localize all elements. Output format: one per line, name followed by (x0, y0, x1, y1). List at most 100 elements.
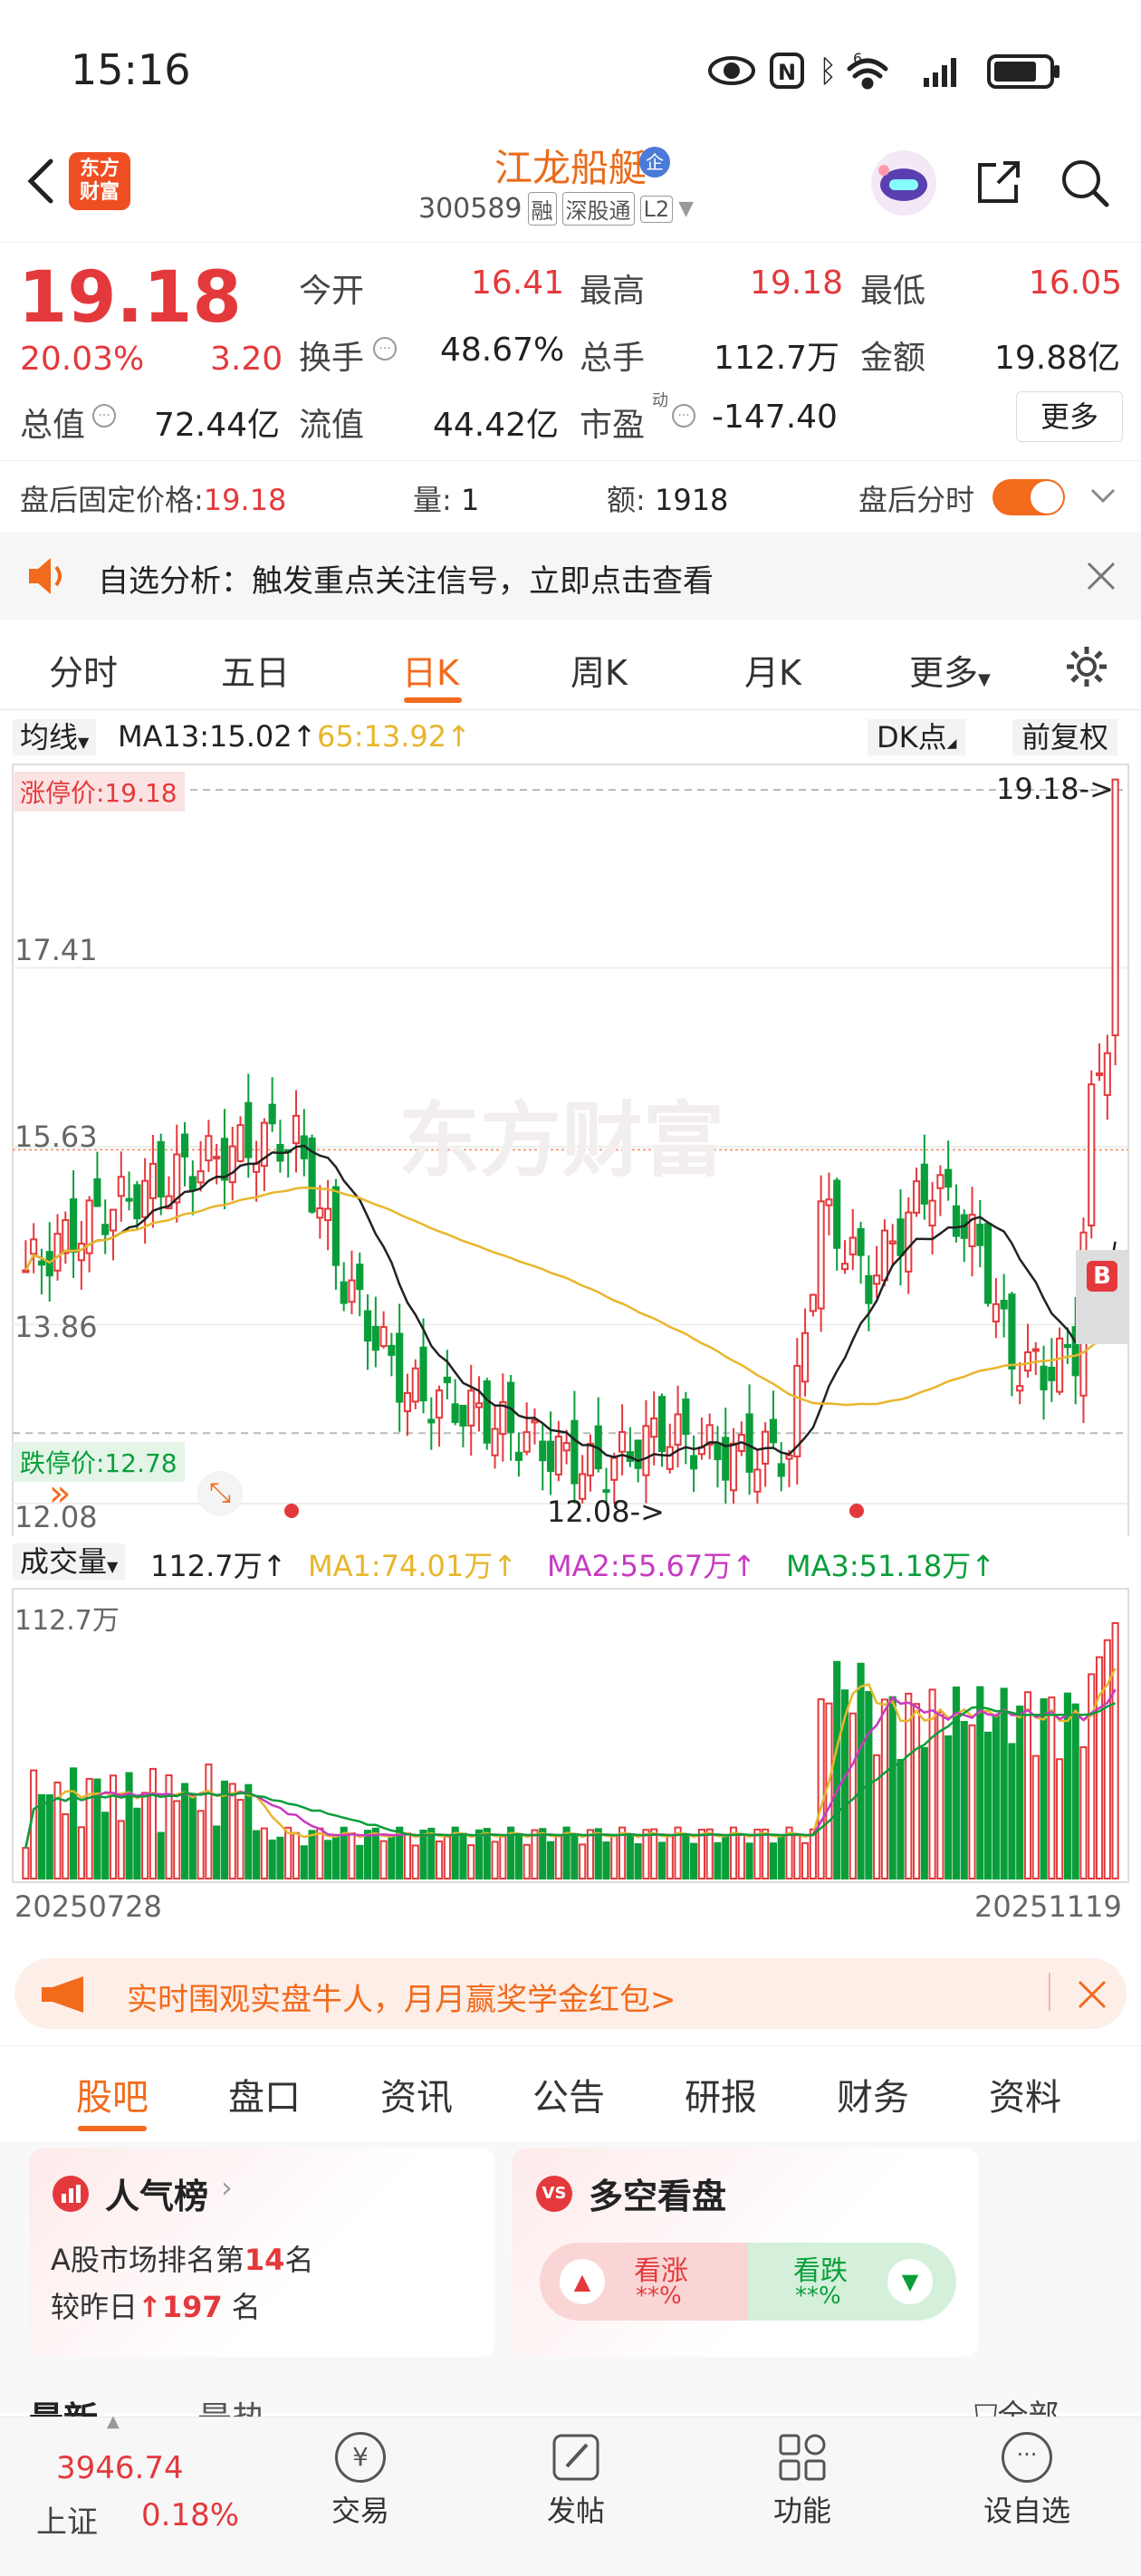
triangle-down-icon: ▼ (887, 2259, 933, 2304)
candle-body (109, 1208, 118, 1232)
volume-chart[interactable] (0, 1587, 1141, 1886)
volume-bar (634, 1843, 642, 1879)
candle-body (562, 1442, 570, 1452)
volume-bar (173, 1800, 181, 1879)
volume-bar (1008, 1743, 1016, 1879)
nav-watchlist-label: 设自选 (983, 2494, 1070, 2528)
candle-body (292, 1114, 301, 1145)
expand-left-icon[interactable]: » (49, 1473, 71, 1514)
info-icon[interactable]: ··· (373, 337, 397, 360)
ai-assistant-button[interactable] (871, 150, 936, 216)
tab-intraday[interactable]: 分时 (49, 645, 118, 695)
popularity-card[interactable]: 人气榜 › A股市场排名第14名 较昨日↑197 名 (29, 2148, 494, 2357)
dk-point-button[interactable]: DK点◢ (868, 719, 966, 755)
tab-announcements[interactable]: 公告 (532, 2068, 605, 2120)
nav-post[interactable]: 发帖 (522, 2432, 630, 2530)
kline-chart[interactable]: 东方财富 (0, 761, 1141, 1536)
index-value[interactable]: 3946.74 (56, 2450, 184, 2486)
kline-chart-area[interactable]: 东方财富 涨停价:19.18 19.18-> 17.41 15.63 13.86… (0, 761, 1141, 1536)
share-icon[interactable] (971, 156, 1025, 210)
tab-monthly-k[interactable]: 月K (744, 645, 801, 695)
tab-pankou[interactable]: 盘口 (228, 2068, 301, 2120)
label-volume: 总手 (580, 340, 646, 377)
ma-type-select[interactable]: 均线▼ (13, 719, 97, 755)
candle-body (37, 1260, 46, 1266)
volume-bar (228, 1783, 236, 1879)
notice-bar[interactable]: 自选分析：触发重点关注信号，立即点击查看 (0, 533, 1141, 620)
tab-research[interactable]: 研报 (685, 2068, 757, 2120)
candle-body (22, 1269, 30, 1274)
volume-bar (236, 1799, 244, 1879)
volume-bar (984, 1731, 992, 1879)
candle-body (443, 1376, 451, 1384)
caret-up-icon: ▲ (107, 2412, 120, 2431)
brand-logo: 东方 财富 (69, 152, 130, 210)
candle (443, 1350, 451, 1399)
tab-five-day[interactable]: 五日 (221, 645, 290, 695)
candle-body (905, 1211, 913, 1273)
tick-17-41: 17.41 (14, 933, 98, 967)
tab-finance[interactable]: 财务 (837, 2068, 909, 2120)
candle-body (436, 1389, 444, 1419)
close-icon[interactable] (1076, 1978, 1108, 2011)
adjust-button[interactable]: 前复权 (1012, 719, 1118, 755)
svg-text:N: N (778, 60, 796, 85)
info-icon[interactable]: ··· (92, 404, 116, 428)
tab-more[interactable]: 更多▼ (909, 645, 991, 695)
bull-button[interactable]: ▲ 看涨 **% (540, 2243, 748, 2321)
rank-change-line: 较昨日↑197 名 (51, 2284, 261, 2326)
buy-marker[interactable]: B (1087, 1261, 1117, 1292)
candle-body (467, 1389, 475, 1427)
candle (125, 1171, 133, 1211)
candle (53, 1214, 62, 1281)
more-button[interactable]: 更多 (1016, 391, 1123, 442)
long-short-card[interactable]: VS 多空看盘 ▲ 看涨 **% 看跌 **% ▼ (513, 2148, 978, 2357)
info-icon[interactable]: ··· (672, 404, 695, 428)
volume-bar (149, 1767, 157, 1879)
fullscreen-icon[interactable]: ⤡ (197, 1471, 243, 1516)
caret-down-icon[interactable]: ▼ (678, 197, 694, 220)
tab-active-indicator (404, 697, 462, 703)
tab-daily-k[interactable]: 日K (402, 645, 459, 695)
ma13-line (24, 1144, 1117, 1463)
nav-functions[interactable]: 功能 (748, 2432, 857, 2530)
tab-news[interactable]: 资讯 (380, 2068, 453, 2120)
bear-pct: **% (795, 2283, 841, 2310)
volume-bar (896, 1758, 905, 1879)
nav-watchlist[interactable]: ··· 设自选 (973, 2432, 1081, 2530)
gear-icon[interactable] (1063, 643, 1110, 690)
candle (594, 1397, 602, 1473)
after-hours-toggle[interactable] (992, 479, 1065, 515)
search-icon[interactable] (1058, 156, 1112, 210)
nav-trade[interactable]: ¥ 交易 (306, 2432, 415, 2530)
volume-bar (324, 1840, 332, 1880)
candle (403, 1373, 412, 1437)
badge-l2[interactable]: L2 (639, 195, 674, 223)
tab-profile[interactable]: 资料 (989, 2068, 1061, 2120)
candle (968, 1187, 976, 1277)
candle-body (801, 1331, 810, 1383)
candle (546, 1411, 555, 1495)
volume-bar (363, 1830, 372, 1879)
volume-type-select[interactable]: 成交量▼ (13, 1543, 126, 1580)
tab-weekly-k[interactable]: 周K (570, 645, 628, 695)
index-name[interactable]: 上证 (36, 2497, 98, 2542)
volume-bar (268, 1839, 276, 1880)
label-total-value: 总值 (20, 407, 86, 444)
volume-bar (579, 1843, 587, 1880)
volume-bar (427, 1827, 436, 1879)
volume-bar (483, 1828, 491, 1880)
index-pct[interactable]: 0.18% (141, 2497, 239, 2533)
back-button[interactable] (18, 154, 63, 208)
vs-icon: VS (536, 2176, 572, 2212)
candle-body (753, 1468, 762, 1493)
chevron-down-icon[interactable] (1087, 483, 1119, 510)
candle (276, 1120, 284, 1173)
bear-button[interactable]: 看跌 **% ▼ (748, 2243, 956, 2321)
close-icon[interactable] (1085, 560, 1117, 592)
volume-bar (213, 1825, 221, 1880)
tab-guba[interactable]: 股吧 (76, 2068, 149, 2120)
volume-chart-area[interactable]: 112.7万 (0, 1587, 1141, 1886)
promo-banner[interactable]: 实时围观实盘牛人，月月赢奖学金红包> (14, 1958, 1127, 2029)
candle (586, 1434, 595, 1492)
